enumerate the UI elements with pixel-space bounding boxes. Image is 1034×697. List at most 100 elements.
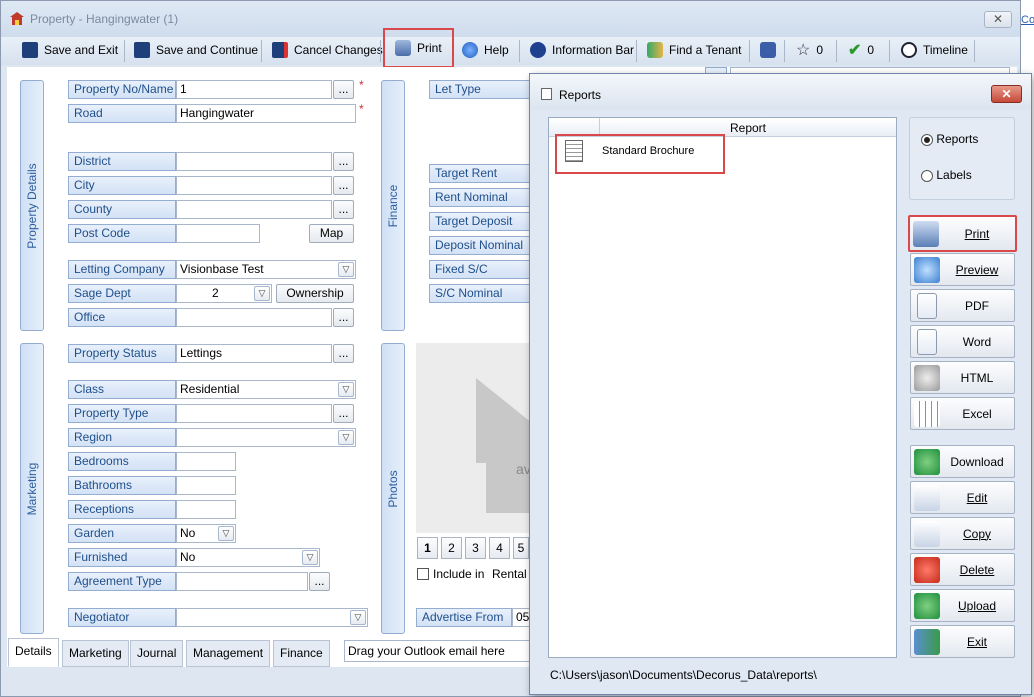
report-column-header[interactable]: Report: [600, 121, 896, 135]
office-input[interactable]: [176, 308, 332, 327]
report-button-label: Upload: [957, 598, 997, 613]
toolbar-divider: [784, 40, 785, 62]
app-house-icon: [10, 12, 24, 25]
photo-page-2[interactable]: 2: [441, 537, 462, 559]
help-button[interactable]: Help: [462, 38, 509, 62]
exit-icon: [914, 628, 940, 655]
property-status-label: Property Status: [68, 344, 176, 363]
region-select[interactable]: [176, 428, 356, 447]
chevron-down-icon[interactable]: ▽: [254, 286, 270, 301]
class-select[interactable]: Residential: [176, 380, 356, 399]
completed-button[interactable]: ✔ 0: [848, 38, 874, 62]
outlook-drop-zone[interactable]: Drag your Outlook email here: [344, 640, 530, 662]
window-close-button[interactable]: ✕: [984, 11, 1012, 28]
tab-marketing[interactable]: Marketing: [62, 640, 129, 667]
tab-finance[interactable]: Finance: [273, 640, 330, 667]
bedrooms-input[interactable]: [176, 452, 236, 471]
reports-radio[interactable]: Reports: [921, 132, 978, 146]
post-code-input[interactable]: [176, 224, 260, 243]
chevron-down-icon[interactable]: ▽: [218, 526, 234, 541]
reports-title-bar: [530, 74, 1031, 110]
negotiator-select[interactable]: [176, 608, 368, 627]
labels-radio[interactable]: Labels: [921, 168, 972, 182]
copy-report-button[interactable]: Copy: [910, 517, 1015, 550]
tab-management[interactable]: Management: [186, 640, 271, 667]
chevron-down-icon[interactable]: ▽: [338, 430, 354, 445]
preview-report-button[interactable]: Preview: [910, 253, 1015, 286]
timeline-button[interactable]: Timeline: [901, 38, 968, 62]
agreement-type-lookup-button[interactable]: ...: [309, 572, 330, 591]
exit-report-button[interactable]: Exit: [910, 625, 1015, 658]
find-tenant-button[interactable]: Find a Tenant: [647, 38, 742, 62]
report-item[interactable]: Standard Brochure: [602, 145, 694, 157]
edit-report-button[interactable]: Edit: [910, 481, 1015, 514]
receptions-label: Receptions: [68, 500, 176, 519]
property-type-lookup-button[interactable]: ...: [333, 404, 354, 423]
agreement-type-label: Agreement Type: [68, 572, 176, 591]
information-bar-button[interactable]: Information Bar: [530, 38, 634, 62]
chevron-down-icon[interactable]: ▽: [302, 550, 318, 565]
property-type-input[interactable]: [176, 404, 332, 423]
save-icon: [22, 42, 38, 58]
bathrooms-input[interactable]: [176, 476, 236, 495]
tab-journal[interactable]: Journal: [130, 640, 184, 667]
furnished-select[interactable]: No: [176, 548, 320, 567]
receptions-input[interactable]: [176, 500, 236, 519]
reports-close-button[interactable]: ✕: [991, 85, 1022, 103]
ownership-button[interactable]: Ownership: [276, 284, 354, 303]
tab-details[interactable]: Details: [8, 638, 59, 667]
excel-report-button[interactable]: Excel: [910, 397, 1015, 430]
chevron-down-icon[interactable]: ▽: [338, 382, 354, 397]
county-lookup-button[interactable]: ...: [333, 200, 354, 219]
property-status-input[interactable]: Lettings: [176, 344, 332, 363]
star-icon: ☆: [796, 42, 811, 59]
print-report-button[interactable]: Print: [908, 215, 1017, 252]
city-input[interactable]: [176, 176, 332, 195]
html-report-button[interactable]: HTML: [910, 361, 1015, 394]
pdf-report-button[interactable]: PDF: [910, 289, 1015, 322]
calendar-button[interactable]: [760, 38, 776, 62]
office-lookup-button[interactable]: ...: [333, 308, 354, 327]
chevron-down-icon[interactable]: ▽: [338, 262, 354, 277]
city-lookup-button[interactable]: ...: [333, 176, 354, 195]
favourites-button[interactable]: ☆ 0: [796, 38, 823, 62]
city-label: City: [68, 176, 176, 195]
save-continue-button[interactable]: Save and Continue: [134, 38, 258, 62]
county-input[interactable]: [176, 200, 332, 219]
toolbar-divider: [889, 40, 890, 62]
negotiator-label: Negotiator: [68, 608, 176, 627]
sage-dept-label: Sage Dept: [68, 284, 176, 303]
photo-page-3[interactable]: 3: [465, 537, 486, 559]
photo-page-4[interactable]: 4: [489, 537, 510, 559]
print-toolbar-button[interactable]: Print: [383, 28, 454, 68]
furnished-label: Furnished: [68, 548, 176, 567]
photo-page-5[interactable]: 5: [513, 537, 529, 559]
advertise-from-input[interactable]: 05: [512, 608, 530, 627]
toolbar-divider: [974, 40, 975, 62]
radio-empty-icon: [921, 169, 933, 182]
photo-page-1[interactable]: 1: [417, 537, 438, 559]
save-exit-button[interactable]: Save and Exit: [22, 38, 118, 62]
district-input[interactable]: [176, 152, 332, 171]
property-no-input[interactable]: 1: [176, 80, 332, 99]
report-button-label: HTML: [960, 370, 994, 385]
property-no-lookup-button[interactable]: ...: [333, 80, 354, 99]
map-button[interactable]: Map: [309, 224, 354, 243]
district-lookup-button[interactable]: ...: [333, 152, 354, 171]
agreement-type-input[interactable]: [176, 572, 308, 591]
word-report-button[interactable]: Word: [910, 325, 1015, 358]
background-link-text[interactable]: Co: [1021, 14, 1034, 26]
download-report-button[interactable]: Download: [910, 445, 1015, 478]
include-in-rental-checkbox[interactable]: [417, 568, 429, 580]
chevron-down-icon[interactable]: ▽: [350, 610, 366, 625]
report-button-label: Word: [962, 334, 992, 349]
road-input[interactable]: Hangingwater: [176, 104, 356, 123]
road-label: Road: [68, 104, 176, 123]
property-status-lookup-button[interactable]: ...: [333, 344, 354, 363]
letting-company-select[interactable]: Visionbase Test: [176, 260, 356, 279]
upload-report-button[interactable]: Upload: [910, 589, 1015, 622]
delete-report-button[interactable]: Delete: [910, 553, 1015, 586]
property-type-label: Property Type: [68, 404, 176, 423]
required-marker: *: [359, 78, 364, 92]
cancel-changes-button[interactable]: Cancel Changes: [272, 38, 383, 62]
